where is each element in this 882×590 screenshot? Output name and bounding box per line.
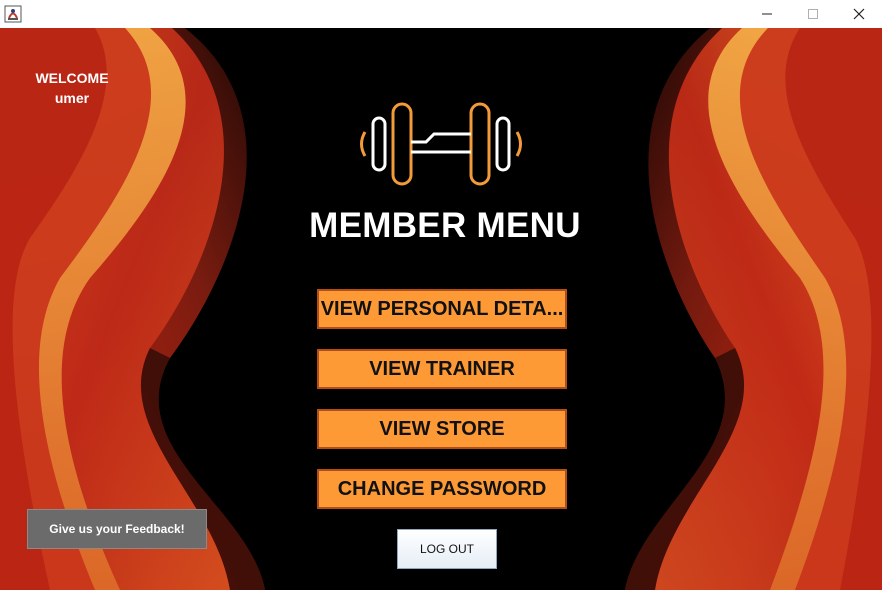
title-bar xyxy=(0,0,882,28)
change-password-button[interactable]: CHANGE PASSWORD xyxy=(317,469,567,509)
view-trainer-button[interactable]: VIEW TRAINER xyxy=(317,349,567,389)
welcome-label: WELCOME xyxy=(35,70,109,86)
dumbbell-icon xyxy=(356,102,526,191)
close-button[interactable] xyxy=(836,0,882,28)
maximize-icon xyxy=(807,8,819,20)
maximize-button[interactable] xyxy=(790,0,836,28)
close-icon xyxy=(853,8,865,20)
member-menu-panel: WELCOME umer MEMBER MENU VIEW PERSONAL D… xyxy=(0,28,882,590)
minimize-icon xyxy=(761,8,773,20)
java-app-icon xyxy=(4,5,22,23)
logout-button[interactable]: LOG OUT xyxy=(397,529,497,569)
view-store-button[interactable]: VIEW STORE xyxy=(317,409,567,449)
feedback-button[interactable]: Give us your Feedback! xyxy=(27,509,207,549)
app-window: WELCOME umer MEMBER MENU VIEW PERSONAL D… xyxy=(0,0,882,590)
username-label: umer xyxy=(54,90,90,106)
welcome-block: WELCOME umer xyxy=(22,68,122,108)
minimize-button[interactable] xyxy=(744,0,790,28)
page-title: MEMBER MENU xyxy=(309,206,581,245)
view-personal-details-button[interactable]: VIEW PERSONAL DETA... xyxy=(317,289,567,329)
